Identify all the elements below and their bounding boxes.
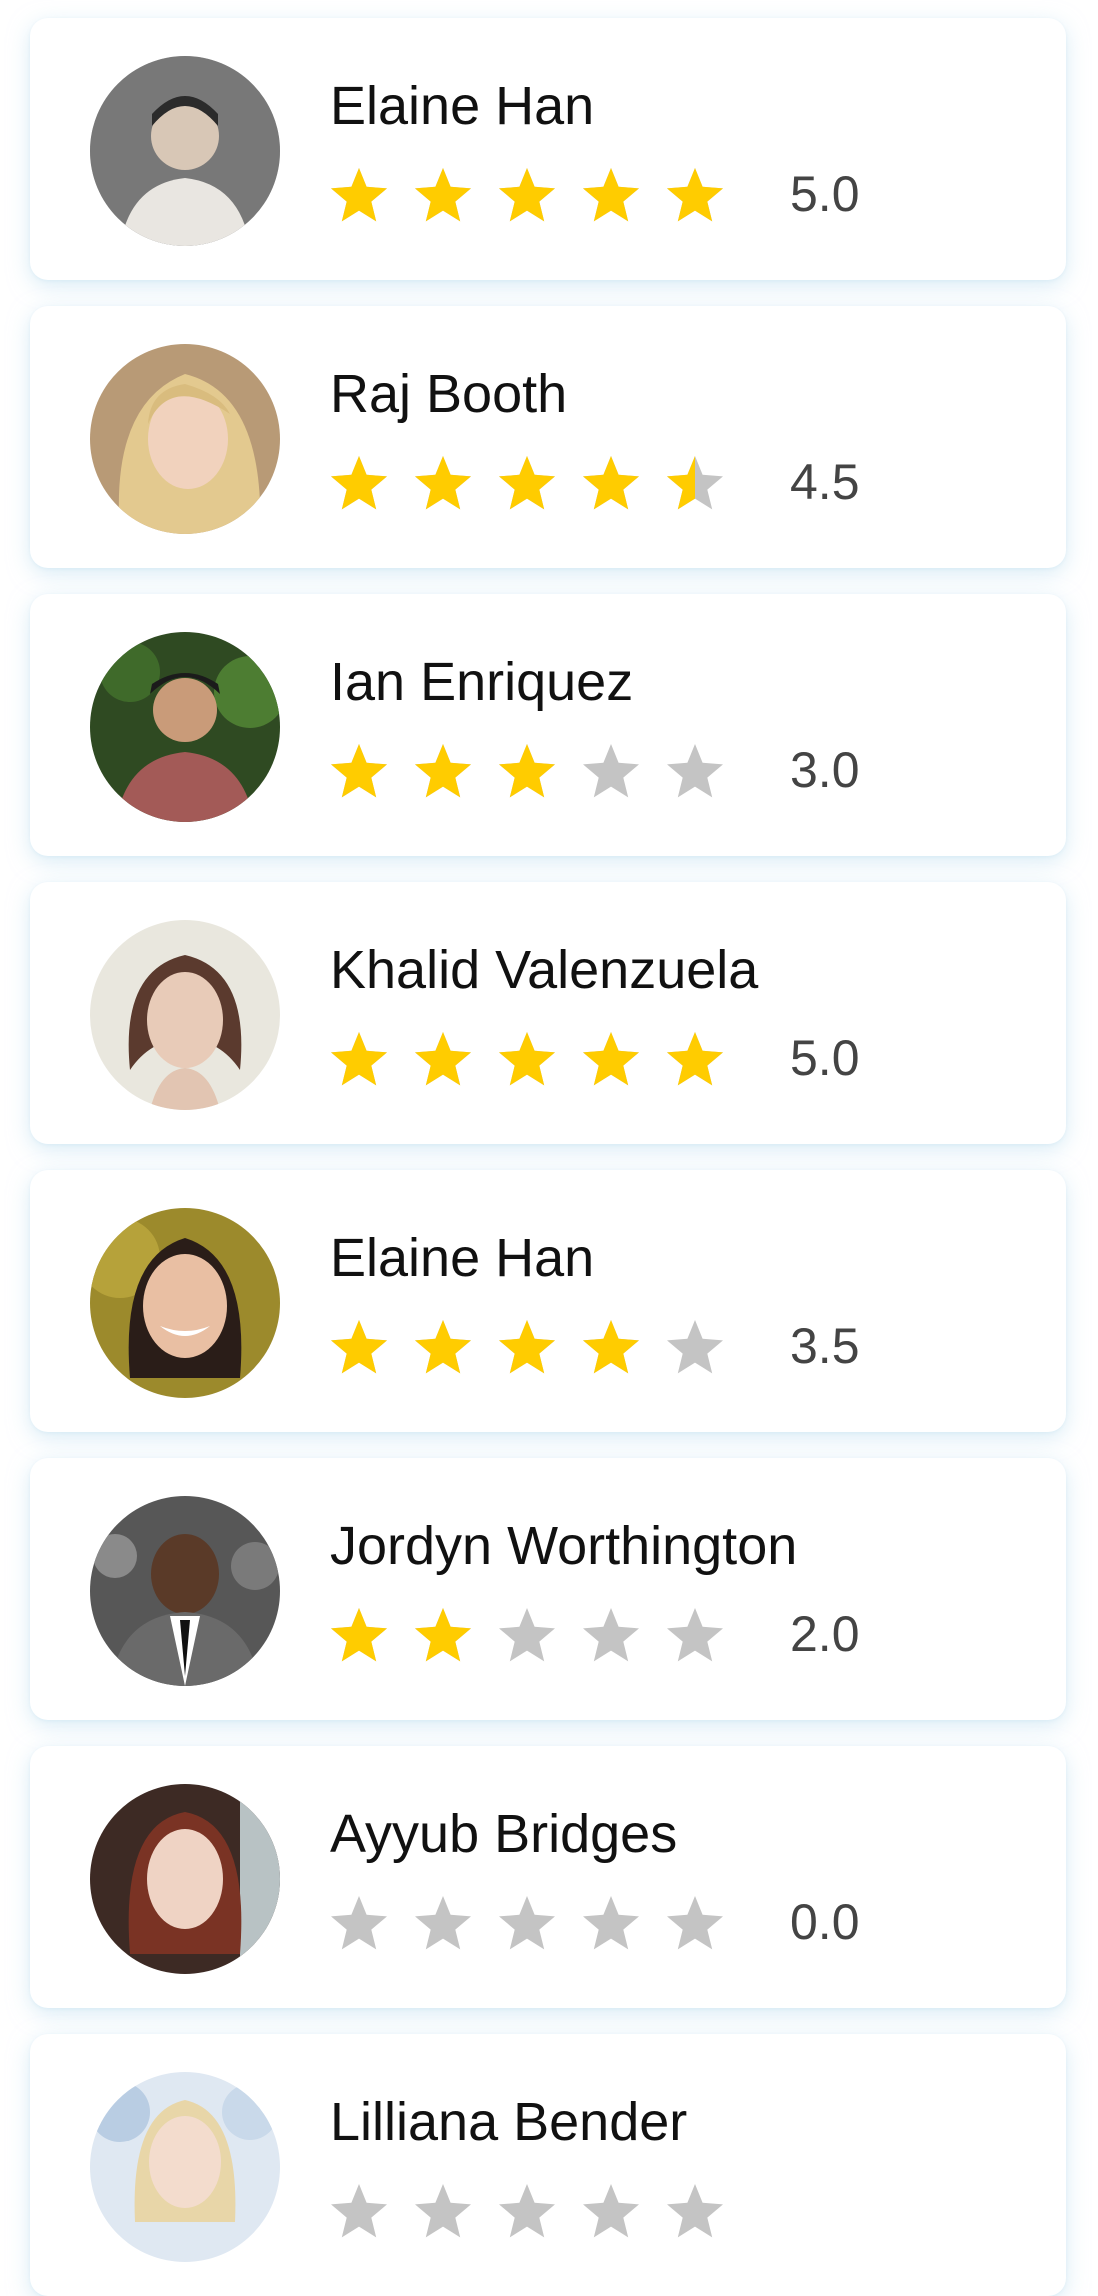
person-name: Lilliana Bender <box>330 2092 688 2152</box>
rating-score: 5.0 <box>790 166 860 222</box>
star-filled-icon <box>498 454 556 512</box>
star-empty-icon <box>666 1318 724 1376</box>
star-empty-icon <box>498 2182 556 2240</box>
avatar <box>90 1784 280 1974</box>
star-empty-icon <box>582 2182 640 2240</box>
star-filled-icon <box>582 166 640 224</box>
star-empty-icon <box>666 2182 724 2240</box>
person-name: Jordyn Worthington <box>330 1516 798 1576</box>
star-empty-icon <box>582 1894 640 1952</box>
avatar <box>90 1208 280 1398</box>
star-filled-icon <box>414 1318 472 1376</box>
rating-score: 5.0 <box>790 1030 860 1086</box>
star-filled-icon <box>414 742 472 800</box>
person-name: Elaine Han <box>330 76 595 136</box>
rating-score: 0.0 <box>790 1894 860 1950</box>
list-item[interactable]: Ayyub Bridges 0.0 <box>30 1746 1066 2008</box>
star-filled-icon <box>582 1030 640 1088</box>
star-filled-icon <box>666 1030 724 1088</box>
avatar <box>90 56 280 246</box>
star-filled-icon <box>498 1318 556 1376</box>
star-empty-icon <box>666 742 724 800</box>
person-name: Ian Enriquez <box>330 652 634 712</box>
person-name: Khalid Valenzuela <box>330 940 759 1000</box>
star-filled-icon <box>330 454 388 512</box>
star-empty-icon <box>666 1606 724 1664</box>
avatar <box>90 2072 280 2262</box>
list-item[interactable]: Ian Enriquez 3.0 <box>30 594 1066 856</box>
avatar <box>90 344 280 534</box>
person-name: Raj Booth <box>330 364 568 424</box>
list-item[interactable]: Elaine Han 5.0 <box>30 18 1066 280</box>
star-filled-icon <box>330 1318 388 1376</box>
star-filled-icon <box>330 742 388 800</box>
star-filled-icon <box>498 1030 556 1088</box>
list-item[interactable]: Raj Booth 4.5 <box>30 306 1066 568</box>
star-filled-icon <box>498 742 556 800</box>
avatar <box>90 632 280 822</box>
star-filled-icon <box>582 1318 640 1376</box>
rating-score: 3.5 <box>790 1318 860 1374</box>
star-filled-icon <box>582 454 640 512</box>
star-filled-icon <box>330 166 388 224</box>
avatar <box>90 920 280 1110</box>
list-item[interactable]: Lilliana Bender <box>30 2034 1066 2296</box>
rating-score: 4.5 <box>790 454 860 510</box>
star-empty-icon <box>582 742 640 800</box>
star-empty-icon <box>666 1894 724 1952</box>
star-empty-icon <box>414 2182 472 2240</box>
avatar <box>90 1496 280 1686</box>
rating-score: 2.0 <box>790 1606 860 1662</box>
star-filled-icon <box>414 1030 472 1088</box>
person-name: Elaine Han <box>330 1228 595 1288</box>
star-empty-icon <box>330 2182 388 2240</box>
star-empty-icon <box>582 1606 640 1664</box>
star-empty-icon <box>498 1894 556 1952</box>
rating-score: 3.0 <box>790 742 860 798</box>
star-filled-icon <box>666 166 724 224</box>
star-half-icon <box>666 454 724 512</box>
list-item[interactable]: Jordyn Worthington 2.0 <box>30 1458 1066 1720</box>
star-empty-icon <box>330 1894 388 1952</box>
star-filled-icon <box>414 1606 472 1664</box>
star-empty-icon <box>498 1606 556 1664</box>
star-filled-icon <box>414 166 472 224</box>
star-filled-icon <box>330 1606 388 1664</box>
star-filled-icon <box>414 454 472 512</box>
person-name: Ayyub Bridges <box>330 1804 678 1864</box>
list-item[interactable]: Elaine Han 3.5 <box>30 1170 1066 1432</box>
star-filled-icon <box>498 166 556 224</box>
list-item[interactable]: Khalid Valenzuela 5.0 <box>30 882 1066 1144</box>
star-empty-icon <box>414 1894 472 1952</box>
star-filled-icon <box>330 1030 388 1088</box>
